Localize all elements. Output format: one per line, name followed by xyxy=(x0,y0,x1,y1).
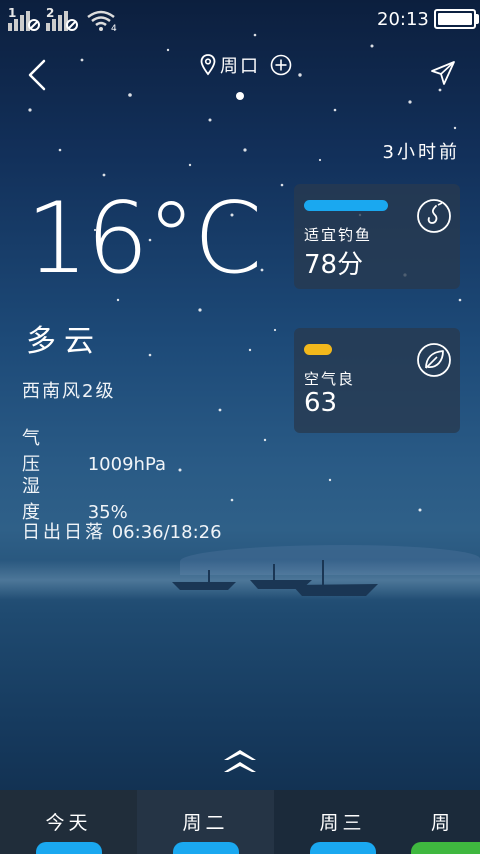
tab-label: 周二 xyxy=(182,812,229,834)
wind-info: 西南风2级 xyxy=(22,381,116,402)
tab-weather-badge xyxy=(173,842,239,854)
update-time: 3小时前 xyxy=(382,142,460,163)
map-pin-icon xyxy=(200,54,216,76)
sunrise-sunset-info: 日出日落 06:36/18:26 xyxy=(22,518,222,544)
tab-weather-badge xyxy=(411,842,480,854)
signal-icon xyxy=(8,11,40,31)
status-bar: 1 2 4 20:13 xyxy=(0,0,480,40)
tab-weather-badge xyxy=(310,842,376,854)
sunrise-sunset-label: 日出日落 xyxy=(22,522,106,543)
battery-tip xyxy=(476,14,479,24)
pressure-label: 气压 xyxy=(22,428,76,475)
wifi-icon: 4 xyxy=(87,10,117,32)
send-icon[interactable] xyxy=(430,60,456,86)
air-quality-bar xyxy=(304,344,332,355)
humidity-label: 湿度 xyxy=(22,476,76,523)
tab-label: 今天 xyxy=(45,812,92,834)
battery-icon xyxy=(434,9,476,29)
signal-icon xyxy=(46,11,78,31)
leaf-icon xyxy=(417,343,451,377)
fishing-index-label: 适宜钓鱼 xyxy=(304,226,373,244)
wifi-label: 4 xyxy=(111,24,117,32)
air-quality-label: 空气良 xyxy=(304,370,356,388)
fishing-index-bar xyxy=(304,200,388,211)
back-button[interactable] xyxy=(22,58,52,92)
sunrise-sunset-value: 06:36/18:26 xyxy=(111,522,222,543)
location-name: 周口 xyxy=(220,56,260,77)
tab-tuesday[interactable]: 周二 xyxy=(137,790,274,854)
weather-condition: 多云 xyxy=(26,324,102,359)
fishing-hook-icon xyxy=(417,199,451,233)
fishing-index-value: 78分 xyxy=(304,250,364,280)
fishing-boats xyxy=(172,560,378,596)
location-header[interactable]: 周口 xyxy=(200,52,292,78)
fishing-index-card[interactable]: 适宜钓鱼 78分 xyxy=(294,184,460,289)
current-temperature: 16°C xyxy=(26,182,262,296)
tab-label: 周 xyxy=(431,812,455,834)
tab-label: 周三 xyxy=(319,812,366,834)
status-time: 20:13 xyxy=(377,9,429,30)
humidity-info: 湿度 35% xyxy=(22,472,128,524)
tab-weather-badge xyxy=(36,842,102,854)
tab-today[interactable]: 今天 xyxy=(0,790,137,854)
page-indicator-dot xyxy=(236,92,244,100)
pressure-info: 气压 1009hPa xyxy=(22,424,166,476)
tab-wednesday[interactable]: 周三 xyxy=(274,790,411,854)
expand-up-icon[interactable] xyxy=(222,748,258,776)
tab-thursday[interactable]: 周 xyxy=(411,790,480,854)
plus-circle-icon[interactable] xyxy=(270,54,292,76)
air-quality-value: 63 xyxy=(304,388,338,418)
forecast-tabs: 今天 周二 周三 周 xyxy=(0,790,480,854)
air-quality-card[interactable]: 空气良 63 xyxy=(294,328,460,433)
